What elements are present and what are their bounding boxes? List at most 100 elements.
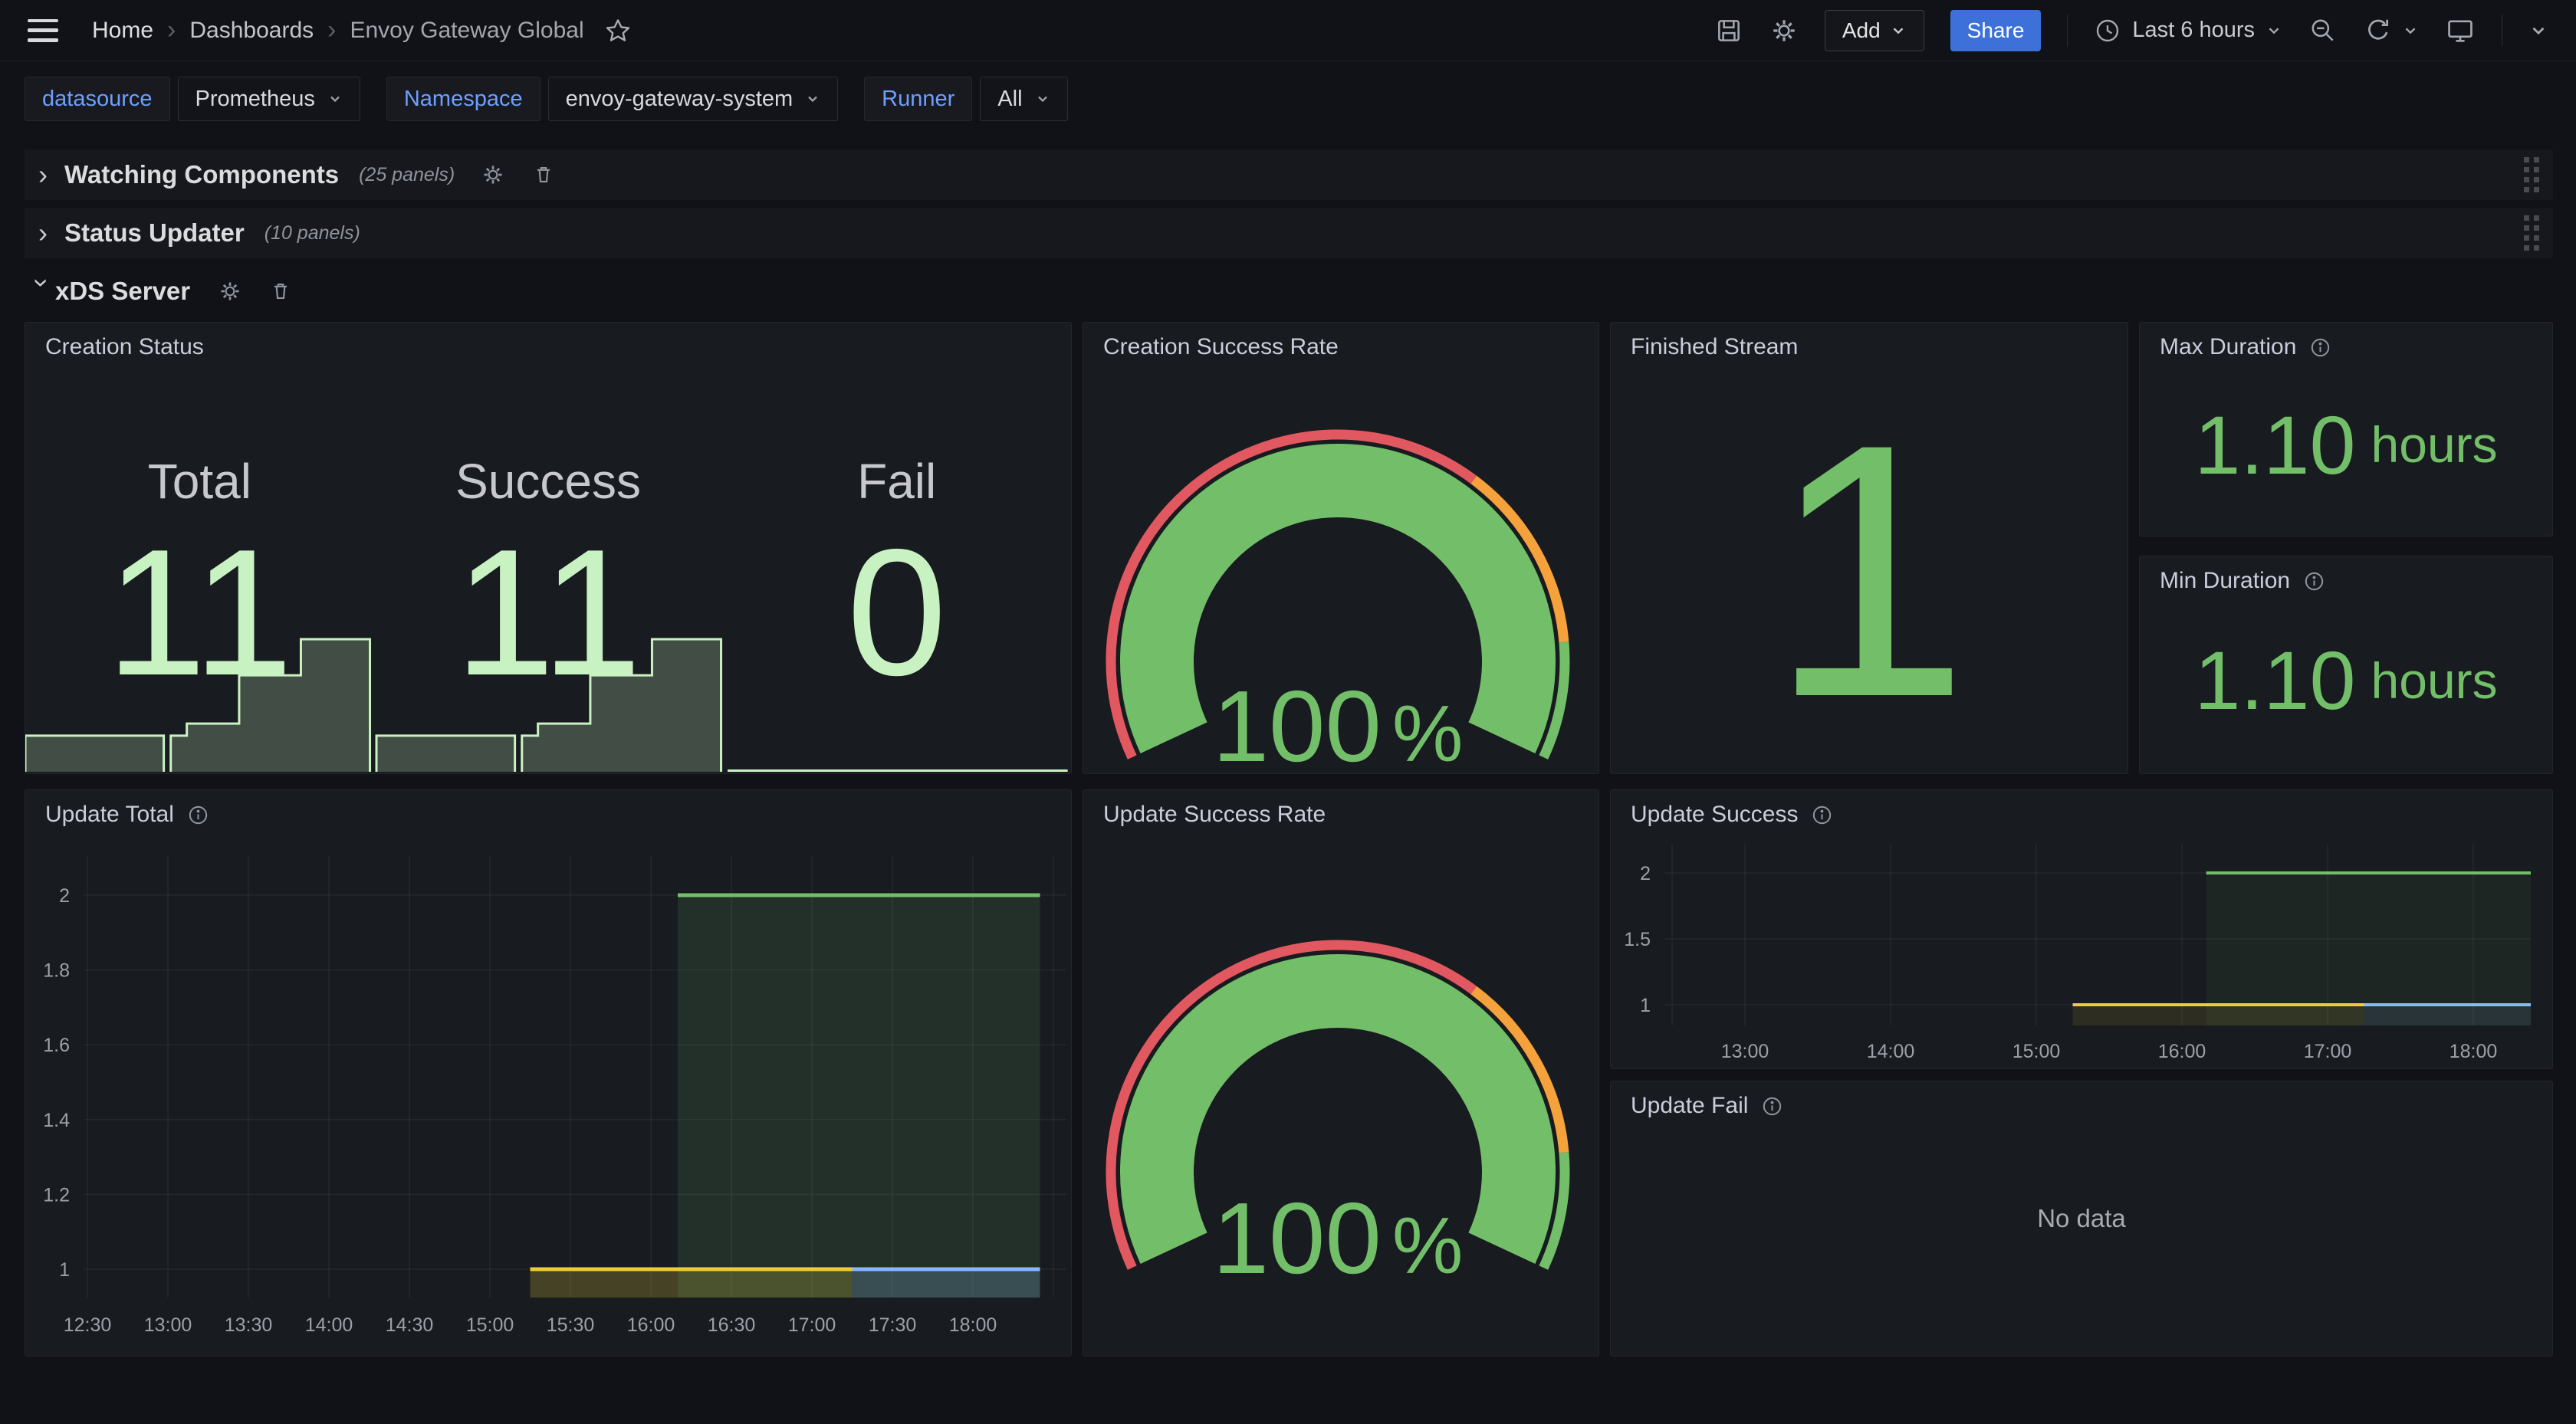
panel-header[interactable]: Update Success bbox=[1611, 790, 2552, 839]
panel-title: Min Duration bbox=[2160, 568, 2290, 594]
variable-namespace-select[interactable]: envoy-gateway-system bbox=[548, 77, 839, 121]
stat-value: 0 bbox=[846, 522, 947, 702]
breadcrumb-home[interactable]: Home bbox=[92, 18, 153, 44]
info-icon[interactable] bbox=[2310, 337, 2331, 358]
row-delete-trash-icon[interactable] bbox=[531, 162, 556, 187]
panel-max-duration: Max Duration 1.10 hours bbox=[2139, 322, 2553, 536]
panel-header[interactable]: Min Duration bbox=[2140, 556, 2552, 605]
variable-runner-select[interactable]: All bbox=[980, 77, 1067, 121]
series-fill-green-series bbox=[678, 895, 1040, 1298]
breadcrumb-current-dashboard[interactable]: Envoy Gateway Global bbox=[350, 18, 583, 44]
row-title[interactable]: Status Updater bbox=[64, 218, 245, 248]
x-axis-tick-label: 14:30 bbox=[386, 1314, 434, 1336]
x-axis-tick-label: 16:30 bbox=[708, 1314, 756, 1336]
kiosk-mode-icon[interactable] bbox=[2445, 15, 2476, 46]
panel-header[interactable]: Update Success Rate bbox=[1083, 790, 1598, 839]
chevron-down-icon bbox=[2266, 22, 2282, 39]
stat-success: Success 11 bbox=[374, 376, 723, 773]
row-drag-handle[interactable] bbox=[2524, 157, 2539, 192]
stat-label: Fail bbox=[857, 453, 936, 510]
series-fill-green-series bbox=[2206, 873, 2531, 1025]
panel-title: Update Success bbox=[1631, 802, 1798, 828]
stat-columns: Total 11 Success 11 Fail 0 bbox=[25, 376, 1071, 773]
row-panel-count: (10 panels) bbox=[264, 222, 360, 244]
panel-header[interactable]: Update Fail bbox=[1611, 1081, 2552, 1130]
breadcrumb-separator: › bbox=[167, 15, 176, 45]
stat-value-group: 1.10 hours bbox=[2140, 587, 2552, 773]
zoom-out-icon[interactable] bbox=[2308, 16, 2338, 45]
panel-title: Update Total bbox=[45, 802, 174, 828]
panel-update-success: Update Success 21.5113:0014:0015:0016:00… bbox=[1610, 789, 2553, 1069]
gauge-chart: 100% bbox=[1083, 323, 1599, 774]
y-axis-tick-label: 1.5 bbox=[1624, 929, 1651, 950]
x-axis-tick-label: 16:00 bbox=[627, 1314, 675, 1336]
variable-datasource-label[interactable]: datasource bbox=[25, 77, 170, 121]
x-axis-tick-label: 16:00 bbox=[2158, 1041, 2206, 1062]
panel-creation-status: Creation Status Total 11 Success 11 Fail… bbox=[25, 322, 1072, 774]
variable-datasource-select[interactable]: Prometheus bbox=[178, 77, 360, 121]
row-status-updater: › Status Updater (10 panels) bbox=[25, 208, 2553, 258]
menu-icon[interactable] bbox=[28, 19, 58, 42]
y-axis-tick-label: 1.8 bbox=[43, 960, 70, 982]
breadcrumb-dashboards[interactable]: Dashboards bbox=[189, 18, 314, 44]
variable-datasource: datasource Prometheus bbox=[25, 77, 360, 121]
row-settings-gear-icon[interactable] bbox=[218, 279, 242, 304]
add-button[interactable]: Add bbox=[1825, 10, 1924, 51]
panel-creation-success-rate: Creation Success Rate 100% bbox=[1083, 322, 1599, 774]
y-axis-tick-label: 1.6 bbox=[43, 1035, 70, 1056]
x-axis-tick-label: 13:30 bbox=[225, 1314, 273, 1336]
row-watching-components: › Watching Components (25 panels) bbox=[25, 149, 2553, 200]
row-settings-gear-icon[interactable] bbox=[481, 162, 505, 187]
info-icon[interactable] bbox=[1812, 805, 1832, 825]
info-icon[interactable] bbox=[2304, 571, 2325, 592]
navbar-actions: Add Share Last 6 hours bbox=[1714, 10, 2548, 51]
row-delete-trash-icon[interactable] bbox=[268, 279, 293, 304]
panel-title: Update Fail bbox=[1631, 1093, 1748, 1119]
row-title[interactable]: Watching Components bbox=[64, 160, 339, 189]
x-axis-tick-label: 15:00 bbox=[2013, 1041, 2061, 1062]
share-button[interactable]: Share bbox=[1950, 10, 2042, 51]
y-axis-tick-label: 1 bbox=[1640, 995, 1651, 1016]
panel-header[interactable]: Creation Success Rate bbox=[1083, 323, 1598, 372]
variable-runner-value: All bbox=[997, 87, 1022, 112]
variable-runner: Runner All bbox=[864, 77, 1067, 121]
row-expand-chevron-icon[interactable]: › bbox=[38, 159, 64, 191]
variable-namespace: Namespace envoy-gateway-system bbox=[386, 77, 838, 121]
stat-unit: hours bbox=[2371, 415, 2498, 474]
add-button-label: Add bbox=[1842, 18, 1881, 43]
stat-value: 1.10 bbox=[2194, 632, 2355, 728]
divider bbox=[2067, 15, 2068, 47]
breadcrumb: Home › Dashboards › Envoy Gateway Global bbox=[92, 15, 632, 45]
panel-header[interactable]: Finished Stream bbox=[1611, 323, 2128, 372]
top-navbar: Home › Dashboards › Envoy Gateway Global bbox=[0, 0, 2576, 61]
x-axis-tick-label: 18:00 bbox=[949, 1314, 997, 1336]
time-series-chart[interactable]: 21.81.61.41.2112:3013:0013:3014:0014:301… bbox=[25, 790, 1072, 1357]
chevron-down-icon bbox=[327, 91, 343, 107]
row-collapse-chevron-icon[interactable]: › bbox=[26, 278, 58, 304]
info-icon[interactable] bbox=[1762, 1096, 1783, 1117]
variable-runner-label[interactable]: Runner bbox=[864, 77, 972, 121]
x-axis-tick-label: 13:00 bbox=[1721, 1041, 1769, 1062]
gauge-value-text: 100% bbox=[1213, 670, 1464, 774]
row-expand-chevron-icon[interactable]: › bbox=[38, 217, 64, 249]
dashboard-settings-icon[interactable] bbox=[1769, 16, 1799, 45]
stat-label: Success bbox=[455, 453, 641, 510]
variable-namespace-value: envoy-gateway-system bbox=[566, 87, 794, 112]
x-axis-tick-label: 17:30 bbox=[869, 1314, 917, 1336]
variable-namespace-label[interactable]: Namespace bbox=[386, 77, 540, 121]
chevron-down-icon bbox=[1890, 22, 1907, 39]
refresh-icon[interactable] bbox=[2364, 16, 2419, 45]
chevron-down-icon bbox=[1035, 91, 1050, 107]
time-range-picker[interactable]: Last 6 hours bbox=[2094, 17, 2282, 44]
panel-title: Max Duration bbox=[2160, 334, 2296, 360]
chevron-down-icon[interactable] bbox=[2528, 21, 2548, 41]
panel-header[interactable]: Max Duration bbox=[2140, 323, 2552, 372]
stat-value-group: 1.10 hours bbox=[2140, 353, 2552, 536]
info-icon[interactable] bbox=[188, 805, 209, 825]
row-title[interactable]: xDS Server bbox=[55, 277, 190, 306]
panel-header[interactable]: Creation Status bbox=[25, 323, 1071, 372]
row-drag-handle[interactable] bbox=[2524, 215, 2539, 251]
star-icon[interactable] bbox=[604, 17, 632, 44]
save-dashboard-icon[interactable] bbox=[1714, 16, 1743, 45]
panel-header[interactable]: Update Total bbox=[25, 790, 1071, 839]
